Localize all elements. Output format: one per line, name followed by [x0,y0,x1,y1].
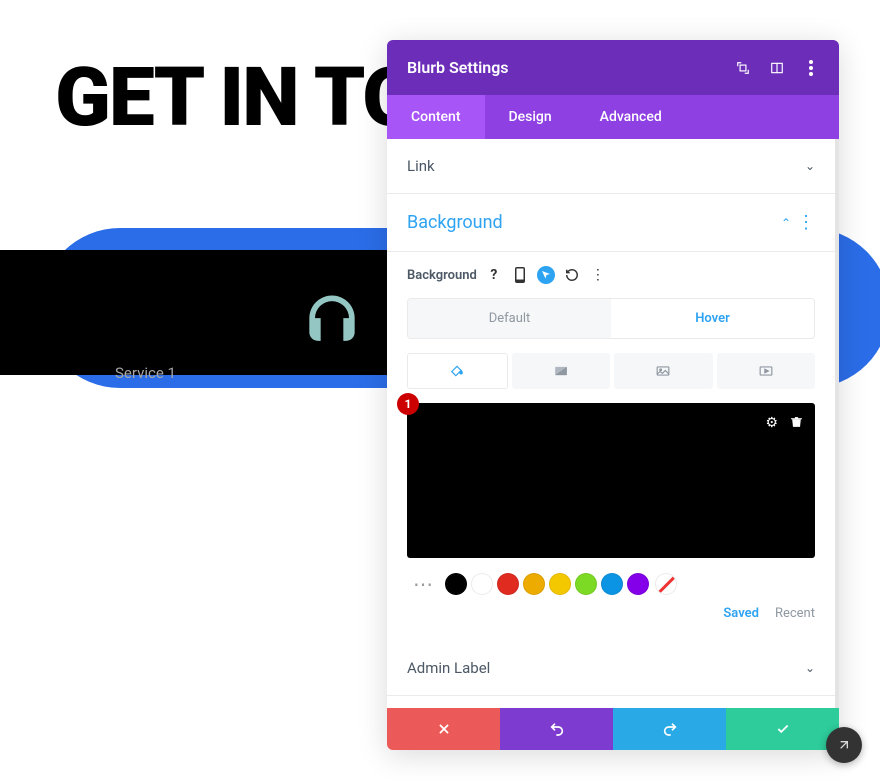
settings-modal: Blurb Settings Content Design Advanced L… [387,40,839,750]
color-preview[interactable]: 1 ⚙ [407,403,815,558]
modal-footer [387,708,839,750]
modal-title: Blurb Settings [407,58,509,77]
swatch[interactable] [497,573,519,595]
expand-icon[interactable] [735,60,751,76]
section-admin-label[interactable]: Admin Label ⌄ [387,641,835,696]
tab-design[interactable]: Design [485,95,576,139]
bg-type-image[interactable] [614,353,713,389]
section-menu-icon[interactable]: ⋮ [797,212,815,233]
gear-icon[interactable]: ⚙ [765,415,778,433]
resize-fab[interactable] [826,727,862,763]
section-background-title: Background [407,212,503,233]
columns-icon[interactable] [769,60,785,76]
panel-body: Link ⌄ Background ⌃ ⋮ Background ? ⋮ Def… [387,139,839,708]
state-tab-hover[interactable]: Hover [611,299,814,338]
trash-icon[interactable] [790,415,803,433]
reset-icon[interactable] [563,266,581,284]
swatch[interactable] [627,573,649,595]
page-heading: GET IN TO [55,50,417,146]
swatch[interactable] [445,573,467,595]
state-tabs: Default Hover [407,298,815,339]
swatch[interactable] [471,573,493,595]
palette-recent[interactable]: Recent [775,606,815,621]
menu-vdots-icon[interactable] [803,60,819,76]
tab-advanced[interactable]: Advanced [576,95,686,139]
swatch[interactable] [601,573,623,595]
palette-tabs: Saved Recent [407,606,815,621]
swatch-row: ⋯ [407,572,815,596]
background-label: Background [407,268,477,283]
palette-saved[interactable]: Saved [723,606,759,621]
section-admin-label-title: Admin Label [407,659,490,677]
section-link[interactable]: Link ⌄ [387,139,835,194]
help-icon[interactable]: ? [485,266,503,284]
cancel-button[interactable] [387,708,500,750]
background-subheader: Background ? ⋮ [407,252,815,298]
undo-button[interactable] [500,708,613,750]
background-content: Background ? ⋮ Default Hover 1 ⚙ [387,252,835,641]
chevron-up-icon: ⌃ [781,216,791,230]
bg-type-tabs [407,353,815,389]
section-background[interactable]: Background ⌃ ⋮ [387,194,835,252]
swatch[interactable] [549,573,571,595]
bg-type-video[interactable] [717,353,816,389]
tabs: Content Design Advanced [387,95,839,139]
annotation-badge: 1 [397,393,419,415]
swatch[interactable] [575,573,597,595]
swatch-more-icon[interactable]: ⋯ [407,572,439,596]
service-label: Service 1 [115,364,176,382]
state-tab-default[interactable]: Default [408,299,611,338]
swatch-none[interactable] [655,573,677,595]
bg-type-color[interactable] [407,353,508,389]
phone-icon[interactable] [511,266,529,284]
hover-state-icon[interactable] [537,266,555,284]
section-link-title: Link [407,157,435,175]
save-button[interactable] [726,708,839,750]
swatch[interactable] [523,573,545,595]
redo-button[interactable] [613,708,726,750]
options-vdots-icon[interactable]: ⋮ [589,266,607,284]
bg-type-gradient[interactable] [512,353,611,389]
headphones-icon [298,287,366,359]
tab-content[interactable]: Content [387,95,485,139]
chevron-down-icon: ⌄ [805,661,815,675]
chevron-down-icon: ⌄ [805,159,815,173]
modal-header: Blurb Settings [387,40,839,95]
help-row[interactable]: ? Help [387,696,835,708]
